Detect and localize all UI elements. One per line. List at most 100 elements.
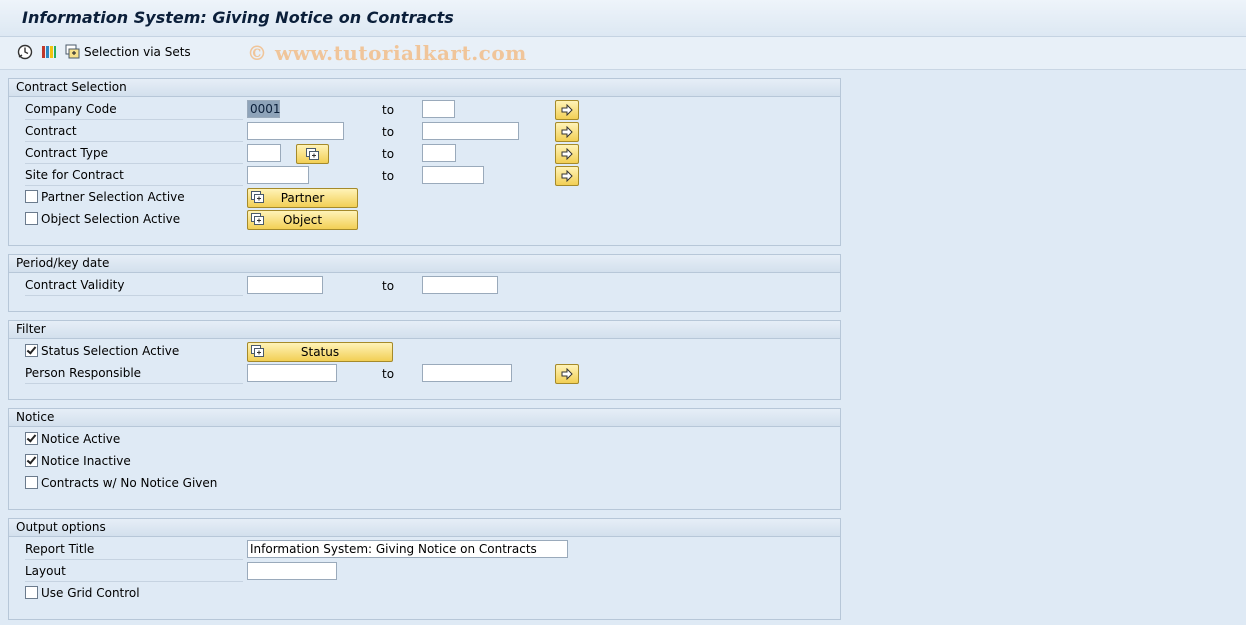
selection-sets-icon (306, 148, 319, 160)
site-from-input[interactable] (247, 166, 309, 184)
partner-button[interactable]: Partner (247, 188, 358, 208)
group-header: Notice (9, 409, 840, 427)
row-notice-active: Notice Active (9, 428, 840, 450)
status-selection-checkbox[interactable]: Status Selection Active (25, 343, 179, 359)
field-label: Contract (25, 123, 243, 142)
field-label: Layout (25, 563, 243, 582)
row-use-grid: Use Grid Control (9, 582, 840, 604)
arrow-right-icon (561, 368, 573, 380)
checkbox-box[interactable] (25, 454, 38, 467)
company-code-from-input[interactable]: 0001 (247, 100, 281, 118)
group-header: Filter (9, 321, 840, 339)
layout-input[interactable] (247, 562, 337, 580)
group-period-key-date: Period/key date Contract Validity to (8, 254, 841, 312)
checkbox-box[interactable] (25, 190, 38, 203)
row-contract-type: Contract Type to (9, 142, 840, 164)
button-label: Partner (280, 191, 325, 205)
arrow-right-icon (561, 126, 573, 138)
field-label: Person Responsible (25, 365, 243, 384)
selection-via-sets-button[interactable]: Selection via Sets (84, 45, 191, 59)
notice-inactive-checkbox[interactable]: Notice Inactive (25, 453, 131, 469)
validity-from-input[interactable] (247, 276, 323, 294)
execute-clock-icon[interactable] (16, 43, 34, 61)
contract-type-from-input[interactable] (247, 144, 281, 162)
site-to-input[interactable] (422, 166, 484, 184)
arrow-right-icon (561, 170, 573, 182)
checkbox-label: Partner Selection Active (41, 190, 185, 204)
group-header: Output options (9, 519, 840, 537)
selection-sets-icon (251, 213, 264, 225)
checkbox-box[interactable] (25, 432, 38, 445)
row-status-selection: Status Selection Active Status (9, 340, 840, 362)
company-code-to-input[interactable] (422, 100, 455, 118)
object-button[interactable]: Object (247, 210, 358, 230)
multiple-selection-button[interactable] (555, 144, 579, 164)
object-selection-checkbox[interactable]: Object Selection Active (25, 211, 180, 227)
checkbox-box[interactable] (25, 212, 38, 225)
to-label: to (382, 147, 395, 161)
row-layout: Layout (9, 560, 840, 582)
application-toolbar: Selection via Sets © www.tutorialkart.co… (0, 37, 1246, 70)
contract-to-input[interactable] (422, 122, 519, 140)
report-title-input[interactable]: Information System: Giving Notice on Con… (247, 540, 568, 558)
group-notice: Notice Notice Active Notice Inactive Con… (8, 408, 841, 510)
contract-from-input[interactable] (247, 122, 344, 140)
status-button[interactable]: Status (247, 342, 393, 362)
checkbox-label: Contracts w/ No Notice Given (41, 476, 218, 490)
multiple-selection-button[interactable] (555, 364, 579, 384)
title-bar: Information System: Giving Notice on Con… (0, 0, 1246, 37)
field-label: Site for Contract (25, 167, 243, 186)
watermark: © www.tutorialkart.com (247, 41, 527, 65)
to-label: to (382, 169, 395, 183)
multiple-selection-button[interactable] (555, 166, 579, 186)
button-label: Object (282, 213, 323, 227)
arrow-right-icon (561, 148, 573, 160)
row-object-selection: Object Selection Active Object (9, 208, 840, 230)
field-label: Report Title (25, 541, 243, 560)
person-to-input[interactable] (422, 364, 512, 382)
person-from-input[interactable] (247, 364, 337, 382)
multicolor-variant-icon[interactable] (40, 43, 58, 61)
contract-type-selection-button[interactable] (296, 144, 329, 164)
row-company-code: Company Code 0001 to (9, 98, 840, 120)
selection-sets-icon (251, 345, 264, 357)
notice-active-checkbox[interactable]: Notice Active (25, 431, 120, 447)
selection-sets-icon[interactable] (64, 43, 82, 61)
use-grid-checkbox[interactable]: Use Grid Control (25, 585, 140, 601)
row-person-responsible: Person Responsible to (9, 362, 840, 384)
group-output-options: Output options Report Title Information … (8, 518, 841, 620)
validity-to-input[interactable] (422, 276, 498, 294)
arrow-right-icon (561, 104, 573, 116)
checkbox-label: Notice Active (41, 432, 121, 446)
group-contract-selection: Contract Selection Company Code 0001 to … (8, 78, 841, 246)
to-label: to (382, 279, 395, 293)
to-label: to (382, 125, 395, 139)
group-header: Contract Selection (9, 79, 840, 97)
row-contract-validity: Contract Validity to (9, 274, 840, 296)
multiple-selection-button[interactable] (555, 122, 579, 142)
checkbox-box[interactable] (25, 476, 38, 489)
row-no-notice: Contracts w/ No Notice Given (9, 472, 840, 494)
checkbox-label: Notice Inactive (41, 454, 131, 468)
multiple-selection-button[interactable] (555, 100, 579, 120)
button-label: Status (300, 345, 340, 359)
selection-sets-icon (251, 191, 264, 203)
page-title: Information System: Giving Notice on Con… (22, 8, 454, 27)
checkbox-label: Status Selection Active (41, 344, 180, 358)
row-site: Site for Contract to (9, 164, 840, 186)
field-label: Contract Type (25, 145, 243, 164)
group-header: Period/key date (9, 255, 840, 273)
partner-selection-checkbox[interactable]: Partner Selection Active (25, 189, 185, 205)
to-label: to (382, 103, 395, 117)
field-label: Company Code (25, 101, 243, 120)
checkbox-label: Use Grid Control (41, 586, 140, 600)
to-label: to (382, 367, 395, 381)
field-label: Contract Validity (25, 277, 243, 296)
contract-type-to-input[interactable] (422, 144, 456, 162)
checkbox-label: Object Selection Active (41, 212, 181, 226)
checkbox-box[interactable] (25, 586, 38, 599)
row-notice-inactive: Notice Inactive (9, 450, 840, 472)
no-notice-checkbox[interactable]: Contracts w/ No Notice Given (25, 475, 217, 491)
checkbox-box[interactable] (25, 344, 38, 357)
row-contract: Contract to (9, 120, 840, 142)
